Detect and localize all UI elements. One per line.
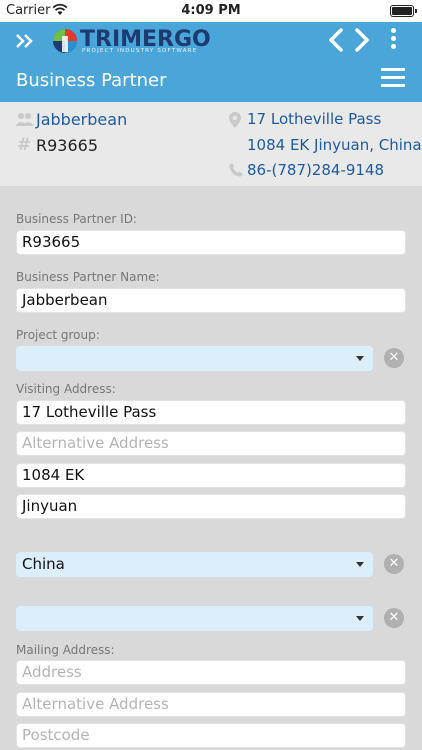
visiting-country-value: China: [22, 555, 65, 573]
bp-name-field[interactable]: Jabberbean: [16, 288, 406, 313]
battery-icon: [390, 5, 417, 17]
mailing-postcode-field[interactable]: Postcode: [16, 723, 406, 748]
mailing-address-field[interactable]: Address: [16, 660, 406, 685]
chevron-right-icon[interactable]: [352, 26, 372, 54]
logo-tagline: PROJECT INDUSTRY SOFTWARE: [82, 48, 198, 54]
kebab-menu-icon[interactable]: [386, 26, 400, 54]
partner-form: Business Partner ID: R93665 Business Par…: [0, 186, 422, 750]
users-icon: [16, 113, 33, 126]
visiting-postcode-field[interactable]: 1084 EK: [16, 463, 406, 488]
clock: 4:09 PM: [181, 3, 241, 18]
caret-down-icon: [356, 616, 364, 621]
page-title: Business Partner: [16, 70, 167, 91]
bp-name-label: Business Partner Name:: [16, 270, 160, 284]
bp-id-label: Business Partner ID:: [16, 212, 137, 226]
caret-down-icon: [356, 562, 364, 567]
clear-icon[interactable]: ✕: [384, 608, 404, 628]
phone-link[interactable]: 86-(787)284-9148: [247, 161, 384, 179]
trimergo-logo: TRIMERGO PROJECT INDUSTRY SOFTWARE: [52, 26, 212, 56]
visiting-street-field[interactable]: 17 Lotheville Pass: [16, 400, 406, 425]
visiting-region-select[interactable]: [16, 606, 373, 631]
caret-down-icon: [356, 356, 364, 361]
app-bar: TRIMERGO PROJECT INDUSTRY SOFTWARE Busin…: [0, 22, 422, 102]
mailing-alt-address-field[interactable]: Alternative Address: [16, 692, 406, 717]
visiting-country-select[interactable]: China: [16, 552, 373, 577]
address-street-link[interactable]: 17 Lotheville Pass: [247, 110, 381, 128]
clear-icon[interactable]: ✕: [384, 348, 404, 368]
project-group-select[interactable]: [16, 346, 373, 371]
partner-name-link[interactable]: Jabberbean: [36, 110, 127, 129]
logo-mark-icon: [53, 29, 77, 53]
map-pin-icon: [229, 112, 241, 128]
status-bar: Carrier 4:09 PM: [0, 0, 422, 22]
phone-icon: [229, 163, 243, 177]
bp-id-field[interactable]: R93665: [16, 230, 406, 255]
clear-icon[interactable]: ✕: [384, 554, 404, 574]
visiting-address-label: Visiting Address:: [16, 382, 116, 396]
project-group-label: Project group:: [16, 328, 100, 342]
chevron-left-icon[interactable]: [326, 26, 346, 54]
visiting-city-field[interactable]: Jinyuan: [16, 494, 406, 519]
partner-id: R93665: [36, 136, 99, 155]
hash-icon: #: [17, 135, 32, 155]
mailing-address-label: Mailing Address:: [16, 643, 115, 657]
hamburger-icon[interactable]: [381, 68, 405, 92]
visiting-alt-address-field[interactable]: Alternative Address: [16, 431, 406, 456]
address-city-link[interactable]: 1084 EK Jinyuan, China: [247, 136, 422, 154]
double-chevron-right-icon[interactable]: [14, 28, 42, 56]
partner-summary: Jabberbean # R93665 17 Lotheville Pass 1…: [0, 102, 422, 186]
